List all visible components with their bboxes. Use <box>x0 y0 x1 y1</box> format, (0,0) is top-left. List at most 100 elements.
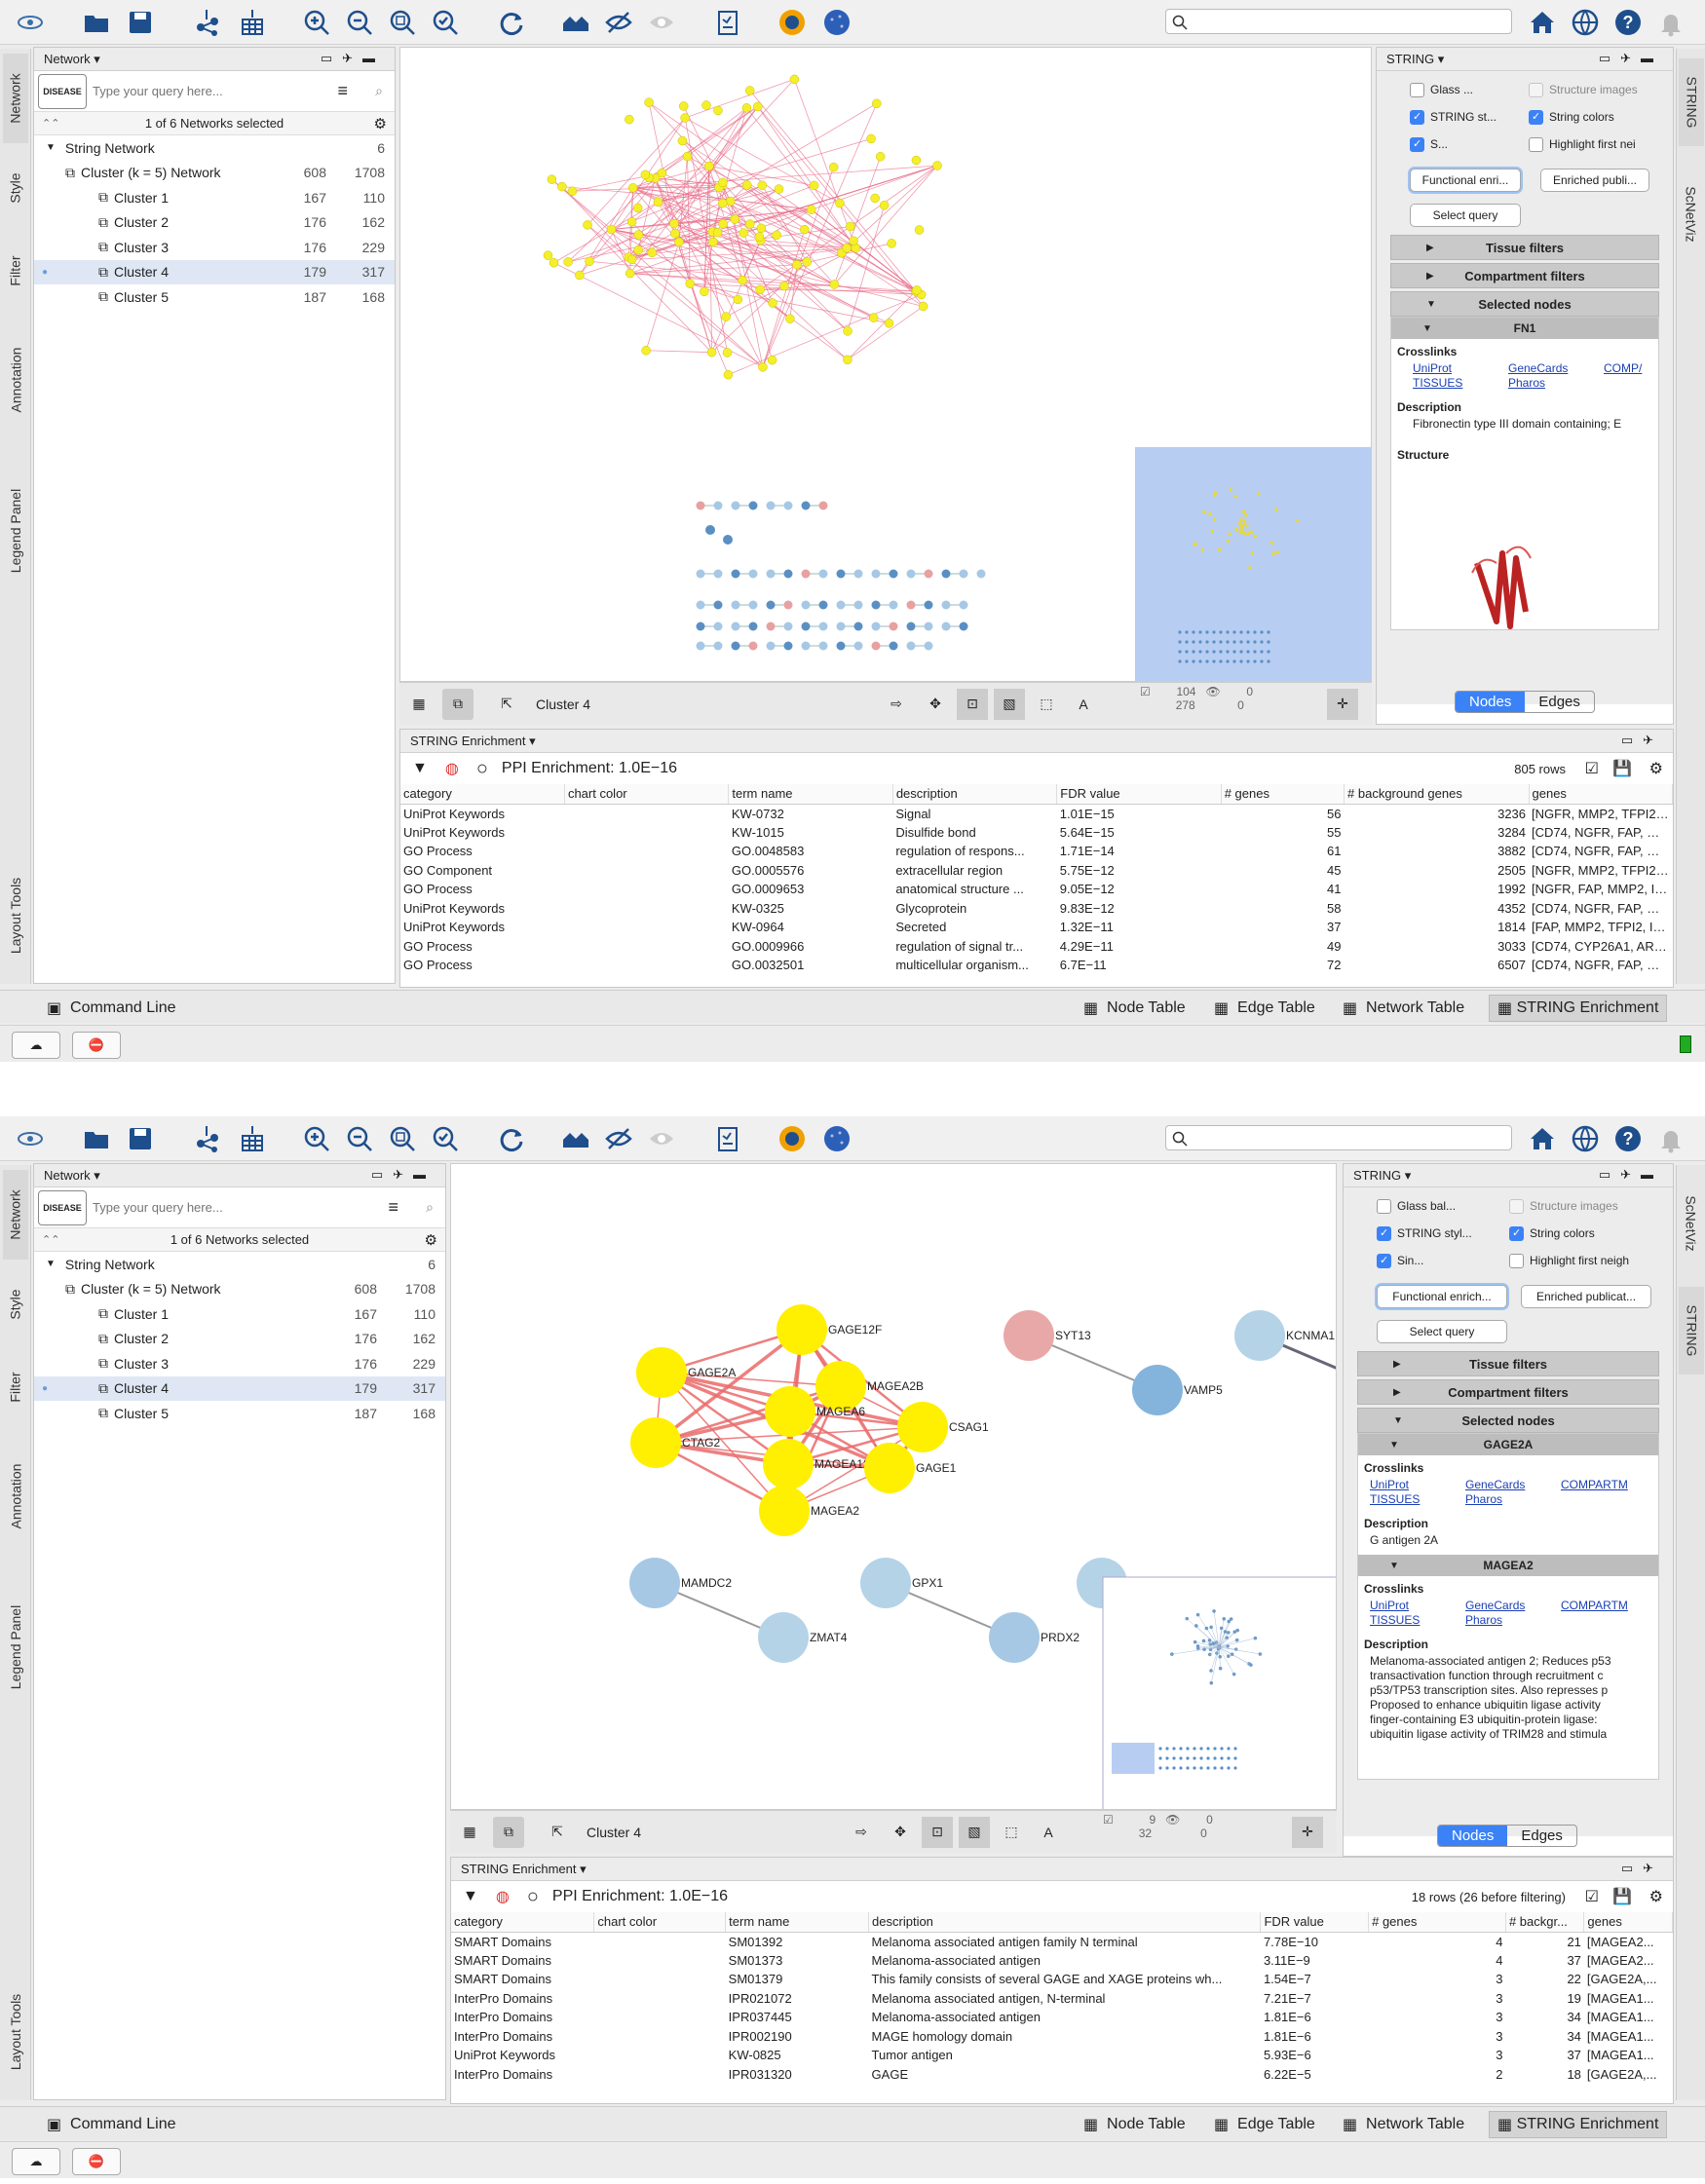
minimap-node[interactable] <box>1232 650 1236 654</box>
network-node[interactable] <box>629 1558 680 1608</box>
minimap-node[interactable] <box>1253 534 1258 539</box>
minimap-node[interactable] <box>1204 1626 1209 1631</box>
string-enrichment-tab[interactable]: ▦ STRING Enrichment <box>1489 2111 1668 2138</box>
minimap-node[interactable] <box>1227 1766 1231 1770</box>
minimap-node[interactable] <box>1225 1636 1229 1639</box>
minimap-node[interactable] <box>1219 1626 1224 1631</box>
network-node[interactable] <box>879 201 890 210</box>
home-network-icon[interactable] <box>559 6 592 39</box>
network-node[interactable] <box>914 225 925 235</box>
network-node[interactable] <box>897 1402 948 1452</box>
minimap-node[interactable] <box>1267 640 1270 644</box>
string-colors-option[interactable]: String colors <box>1509 1226 1595 1242</box>
table-row[interactable]: UniProt Keywords KW-0964 Secreted 1.32E−11 3… <box>400 918 1673 937</box>
highlight-checkbox[interactable] <box>1509 1254 1524 1269</box>
network-node[interactable] <box>753 101 763 112</box>
minimap-node[interactable] <box>1206 1747 1210 1751</box>
subnetwork-node[interactable] <box>801 641 811 651</box>
network-node[interactable] <box>1004 1310 1054 1361</box>
minimap-node[interactable] <box>1246 630 1250 634</box>
network-node[interactable] <box>779 281 789 291</box>
subnetwork-node[interactable] <box>766 501 776 510</box>
report-icon[interactable] <box>711 6 744 39</box>
tab-layout-tools[interactable]: Layout Tools <box>3 857 28 974</box>
structure-images-checkbox[interactable] <box>1529 83 1543 98</box>
panel-window-controls[interactable]: ▭✈▬ <box>321 51 385 66</box>
glass-ball-option[interactable]: Glass bal... <box>1377 1199 1456 1215</box>
zoom-fit-icon[interactable] <box>386 1122 419 1155</box>
gear-icon[interactable]: ⚙ <box>374 115 387 132</box>
tab-network[interactable]: Network <box>3 54 28 143</box>
column-header-genes[interactable]: genes <box>1529 784 1673 805</box>
hide-icon[interactable] <box>602 6 635 39</box>
minimap-node[interactable] <box>1239 659 1243 663</box>
compartments-link[interactable]: COMPARTM <box>1561 1599 1628 1612</box>
subnetwork-node[interactable] <box>731 569 740 579</box>
checkbox-icon[interactable]: ☑ <box>1585 1887 1599 1906</box>
network-node[interactable] <box>755 284 765 295</box>
globe-app-icon[interactable] <box>820 1122 853 1155</box>
command-line-tab[interactable]: ▣ Command Line <box>39 995 184 1022</box>
label-select-icon[interactable]: A <box>1068 689 1099 720</box>
network-node[interactable] <box>809 180 819 191</box>
subnetwork-node[interactable] <box>801 621 811 631</box>
network-node[interactable] <box>777 1304 827 1355</box>
column-header-category[interactable]: category <box>451 1912 595 1933</box>
compartments-link[interactable]: COMPARTM <box>1561 1478 1628 1491</box>
minimap-node[interactable] <box>1242 519 1247 524</box>
column-header-background-genes[interactable]: # background genes <box>1344 784 1530 805</box>
nodes-edges-toggle[interactable]: Nodes Edges <box>1455 691 1595 713</box>
circle-icon[interactable]: ○ <box>476 758 488 780</box>
minimap-node[interactable] <box>1233 494 1238 499</box>
minimap-node[interactable] <box>1232 1630 1237 1634</box>
column-header-genes[interactable]: genes <box>1583 1912 1673 1933</box>
network-node[interactable] <box>640 169 651 180</box>
minimap-node[interactable] <box>1211 1641 1216 1645</box>
network-node[interactable] <box>657 168 667 178</box>
minimap-node[interactable] <box>1239 640 1243 644</box>
enrichment-table[interactable]: category chart color term name descripti… <box>400 784 1673 975</box>
subnetwork-node[interactable] <box>889 569 898 579</box>
string-style-option[interactable]: STRING st... <box>1410 110 1497 126</box>
network-node[interactable] <box>653 197 663 207</box>
globe-app-icon[interactable] <box>820 6 853 39</box>
minimap-node[interactable] <box>1206 1766 1210 1770</box>
network-node[interactable] <box>912 285 922 295</box>
edge-table-tab[interactable]: ▦ Edge Table <box>1206 995 1323 1022</box>
network-table-tab[interactable]: ▦ Network Table <box>1335 995 1472 1022</box>
compartment-filters-header[interactable]: ▶ Compartment filters <box>1390 263 1659 288</box>
overview-minimap[interactable] <box>1102 1576 1337 1810</box>
minimap-node[interactable] <box>1219 630 1223 634</box>
selected-nodes-header[interactable]: ▼ Selected nodes <box>1390 291 1659 317</box>
cluster-row[interactable]: ⧉ Cluster 1 167 110 <box>34 1301 445 1327</box>
options-menu-icon[interactable]: ≡ <box>388 1197 398 1218</box>
minimap-node[interactable] <box>1178 650 1182 654</box>
panel-window-controls[interactable]: ▭✈ <box>1621 1861 1663 1876</box>
minimap-node[interactable] <box>1213 1766 1217 1770</box>
minimap-node[interactable] <box>1198 650 1202 654</box>
enriched-publications-button[interactable]: Enriched publicat... <box>1521 1285 1651 1308</box>
network-node[interactable] <box>718 219 728 229</box>
subnetwork-node[interactable] <box>766 569 776 579</box>
toolbar-search-field[interactable] <box>1165 9 1512 34</box>
network-node[interactable] <box>543 250 553 260</box>
network-node[interactable] <box>741 180 752 190</box>
enriched-publications-button[interactable]: Enriched publi... <box>1540 169 1649 192</box>
network-node[interactable] <box>700 286 709 297</box>
tab-network[interactable]: Network <box>3 1170 28 1260</box>
minimap-node[interactable] <box>1222 1617 1227 1621</box>
nodes-edges-toggle[interactable]: Nodes Edges <box>1437 1825 1577 1847</box>
subnetwork-node[interactable] <box>818 621 828 631</box>
subnetwork-node[interactable] <box>766 621 776 631</box>
network-node[interactable] <box>721 312 731 321</box>
network-node[interactable] <box>625 114 634 125</box>
minimap-node[interactable] <box>1165 1756 1169 1760</box>
subnetwork-node[interactable] <box>924 621 933 631</box>
subnetwork-node[interactable] <box>906 641 916 651</box>
tissue-filters-header[interactable]: ▶ Tissue filters <box>1390 235 1659 260</box>
minimap-node[interactable] <box>1178 659 1182 663</box>
minimap-node[interactable] <box>1226 650 1230 654</box>
network-node[interactable] <box>789 74 800 85</box>
string-enrichment-tab[interactable]: ▦ STRING Enrichment <box>1489 995 1668 1022</box>
minimap-node[interactable] <box>1212 659 1216 663</box>
